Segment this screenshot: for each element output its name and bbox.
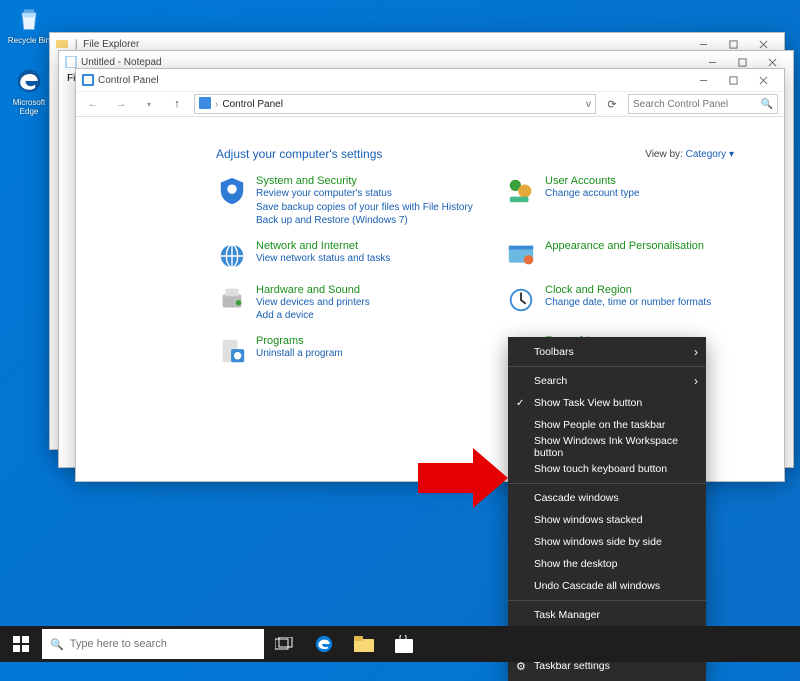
cp-category-link[interactable]: Review your computer's status — [256, 187, 473, 201]
notepad-title: Untitled - Notepad — [81, 57, 162, 68]
edge-label: Microsoft Edge — [13, 98, 45, 116]
chevron-down-icon: ▾ — [729, 149, 734, 160]
cp-category-icon — [216, 335, 248, 367]
cp-category-title[interactable]: Appearance and Personalisation — [545, 240, 704, 252]
cp-category-title[interactable]: Hardware and Sound — [256, 284, 370, 296]
control-panel-title: Control Panel — [98, 75, 159, 86]
context-menu-item[interactable]: Show windows side by side — [508, 531, 706, 553]
context-menu-item[interactable]: Search — [508, 370, 706, 392]
context-menu-item[interactable]: Task Manager — [508, 604, 706, 626]
context-menu-item[interactable]: Show Windows Ink Workspace button — [508, 436, 706, 458]
taskbar-search[interactable]: 🔍 — [42, 629, 264, 659]
cp-category-title[interactable]: System and Security — [256, 175, 473, 187]
cp-category: Programs Uninstall a program — [216, 335, 485, 374]
cp-category: Clock and Region Change date, time or nu… — [505, 284, 774, 323]
address-dropdown-icon[interactable]: v — [586, 99, 591, 110]
minimize-button[interactable] — [688, 70, 718, 90]
taskbar-app-edge[interactable] — [304, 626, 344, 662]
control-panel-icon — [82, 74, 94, 86]
context-menu-item[interactable]: Cascade windows — [508, 487, 706, 509]
cp-category-link[interactable]: Change date, time or number formats — [545, 296, 711, 310]
context-menu-item[interactable]: Show the desktop — [508, 553, 706, 575]
cp-category-icon — [505, 175, 537, 207]
cp-category-icon — [216, 240, 248, 272]
search-icon: 🔍 — [50, 638, 64, 651]
edge-desktop-icon[interactable]: Microsoft Edge — [6, 66, 52, 116]
taskbar-app-explorer[interactable] — [344, 626, 384, 662]
nav-up-button[interactable]: ↑ — [166, 93, 188, 115]
context-menu-item[interactable]: Show Task View button — [508, 392, 706, 414]
taskbar-search-input[interactable] — [70, 638, 256, 650]
cp-category: Appearance and Personalisation — [505, 240, 774, 272]
cp-category-icon — [216, 175, 248, 207]
recycle-bin-icon — [14, 4, 44, 34]
edge-icon — [14, 66, 44, 96]
cp-category-icon — [505, 240, 537, 272]
notepad-icon — [65, 56, 77, 68]
context-menu-item[interactable]: Show touch keyboard button — [508, 458, 706, 480]
nav-back-button[interactable]: ← — [82, 93, 104, 115]
close-button[interactable] — [748, 70, 778, 90]
context-menu-item[interactable]: Toolbars — [508, 341, 706, 363]
search-icon: 🔍 — [761, 99, 773, 110]
task-view-button[interactable] — [264, 626, 304, 662]
cp-category-icon — [505, 284, 537, 316]
cp-category-link[interactable]: View devices and printers — [256, 296, 370, 310]
cp-category: User Accounts Change account type — [505, 175, 774, 228]
cp-category-title[interactable]: User Accounts — [545, 175, 640, 187]
file-explorer-icon — [56, 38, 68, 50]
cp-category-title[interactable]: Network and Internet — [256, 240, 390, 252]
cp-category: System and Security Review your computer… — [216, 175, 485, 228]
cp-category-link[interactable]: Change account type — [545, 187, 640, 201]
recycle-bin-desktop-icon[interactable]: Recycle Bin — [6, 4, 52, 45]
recycle-bin-label: Recycle Bin — [8, 36, 50, 45]
taskbar-app-store[interactable] — [384, 626, 424, 662]
view-by-selector[interactable]: View by: Category ▾ — [645, 149, 734, 160]
cp-category: Hardware and Sound View devices and prin… — [216, 284, 485, 323]
start-button[interactable] — [0, 626, 42, 662]
nav-forward-button[interactable]: → — [110, 93, 132, 115]
taskbar: 🔍 — [0, 626, 800, 662]
cp-category-icon — [216, 284, 248, 316]
refresh-button[interactable]: ⟳ — [602, 94, 622, 114]
context-menu-item[interactable]: Show windows stacked — [508, 509, 706, 531]
cp-category-title[interactable]: Programs — [256, 335, 343, 347]
context-menu-item[interactable]: Show People on the taskbar — [508, 414, 706, 436]
address-icon — [199, 97, 211, 112]
annotation-arrow — [418, 448, 508, 511]
breadcrumb[interactable]: Control Panel — [222, 99, 283, 110]
cp-category-link[interactable]: Add a device — [256, 309, 370, 323]
cp-category-link[interactable]: View network status and tasks — [256, 252, 390, 266]
maximize-button[interactable] — [718, 70, 748, 90]
context-menu-item[interactable]: Undo Cascade all windows — [508, 575, 706, 597]
cp-category-link[interactable]: Uninstall a program — [256, 347, 343, 361]
nav-recent-button[interactable]: ▾ — [138, 93, 160, 115]
cp-category-link[interactable]: Back up and Restore (Windows 7) — [256, 214, 473, 228]
cp-category: Network and Internet View network status… — [216, 240, 485, 272]
cp-category-link[interactable]: Save backup copies of your files with Fi… — [256, 201, 473, 215]
file-explorer-title: File Explorer — [83, 39, 139, 50]
address-bar[interactable]: Control Panel v — [194, 94, 596, 114]
cp-category-title[interactable]: Clock and Region — [545, 284, 711, 296]
search-input[interactable] — [633, 99, 757, 110]
page-title: Adjust your computer's settings — [216, 147, 382, 161]
